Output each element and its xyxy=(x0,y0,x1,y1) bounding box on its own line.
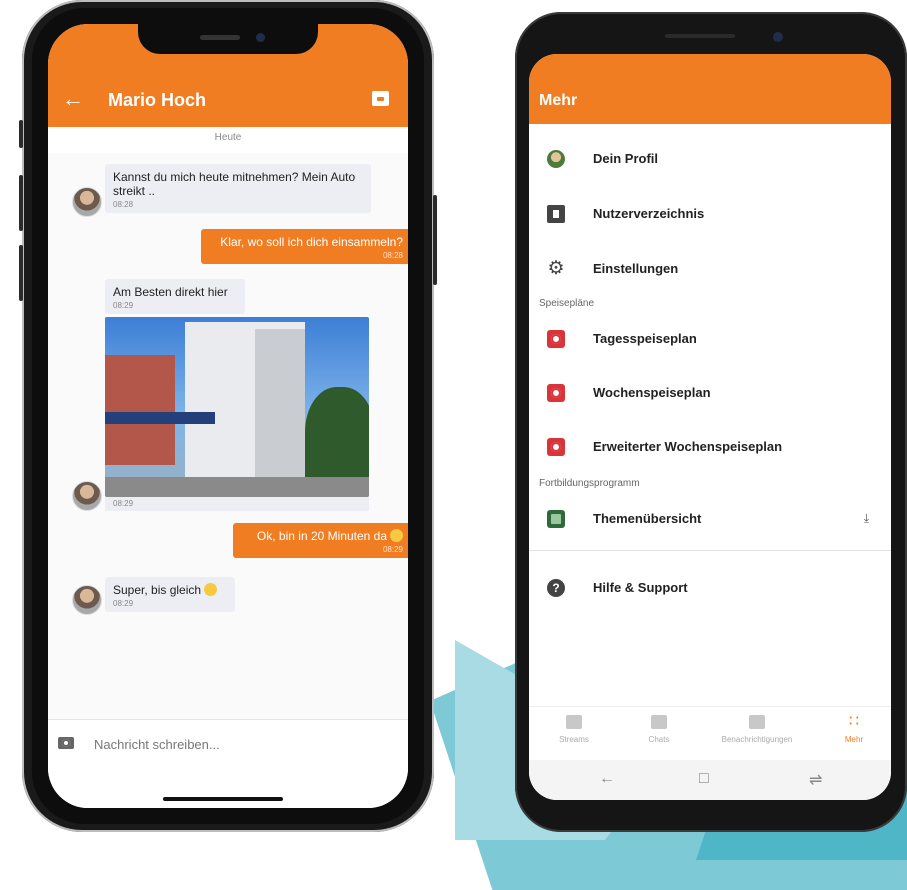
message-text: Am Besten direkt hier xyxy=(113,285,228,299)
image-message[interactable] xyxy=(105,317,369,497)
message-text: Super, bis gleich xyxy=(113,583,202,597)
message-composer xyxy=(48,719,408,808)
nav-label: Streams xyxy=(559,735,589,744)
recents-icon[interactable]: □ xyxy=(699,770,709,788)
app-bar: Mehr xyxy=(529,54,891,124)
iphone-device: ← Mario Hoch Heute Kannst du mich heute … xyxy=(19,0,437,832)
message-time: 08:29 xyxy=(105,497,369,511)
volume-down-button xyxy=(19,245,23,301)
date-separator: Heute xyxy=(48,127,408,154)
more-screen: Mehr Dein Profil Nutzerverzeichnis ⚙ Ein… xyxy=(529,54,891,800)
menu-item-label: Hilfe & Support xyxy=(593,580,688,595)
incoming-message[interactable]: Kannst du mich heute mitnehmen? Mein Aut… xyxy=(105,164,371,213)
menu-item-topic-overview[interactable]: Themenübersicht ⤓ xyxy=(529,494,891,544)
emoji-icon xyxy=(390,529,403,542)
nav-tab-chats[interactable]: Chats xyxy=(614,715,704,759)
menu-item-label: Erweiterter Wochenspeiseplan xyxy=(593,439,783,454)
nav-tab-streams[interactable]: Streams xyxy=(529,715,619,759)
nav-label: Benachrichtigungen xyxy=(721,735,793,744)
notch xyxy=(138,24,318,54)
menu-item-settings[interactable]: ⚙ Einstellungen xyxy=(529,244,891,294)
power-button xyxy=(433,195,437,285)
nav-label: Mehr xyxy=(844,735,864,744)
incoming-message[interactable]: Am Besten direkt hier 08:29 xyxy=(105,279,245,314)
archive-icon[interactable] xyxy=(372,91,389,106)
system-navigation-bar: ← □ ⇌ xyxy=(529,760,891,800)
bottom-navigation: Streams Chats Benachrichtigungen ∷ Mehr xyxy=(529,706,891,761)
overview-icon[interactable]: ⇌ xyxy=(809,770,822,790)
menu-item-weekly-meal-plan[interactable]: Wochenspeiseplan xyxy=(529,368,891,418)
menu-item-profile[interactable]: Dein Profil xyxy=(529,134,891,184)
message-time: 08:28 xyxy=(382,251,403,260)
meal-plan-icon xyxy=(547,438,565,456)
message-input[interactable] xyxy=(92,733,386,755)
gear-icon: ⚙ xyxy=(547,258,565,279)
menu-item-help[interactable]: ? Hilfe & Support xyxy=(529,563,891,613)
contact-avatar[interactable] xyxy=(72,585,102,615)
emoji-icon xyxy=(204,583,218,596)
message-text: Kannst du mich heute mitnehmen? Mein Aut… xyxy=(113,170,356,198)
menu-item-label: Nutzerverzeichnis xyxy=(593,206,705,221)
volume-up-button xyxy=(19,175,23,231)
streams-icon xyxy=(566,715,582,729)
bell-icon xyxy=(749,715,765,729)
menu-item-label: Wochenspeiseplan xyxy=(593,385,711,400)
meal-plan-icon xyxy=(547,384,565,402)
menu-item-daily-meal-plan[interactable]: Tagesspeiseplan xyxy=(529,314,891,364)
front-camera xyxy=(773,32,783,42)
photo-building xyxy=(105,355,175,465)
nav-tab-more[interactable]: ∷ Mehr xyxy=(809,713,891,759)
section-header: Fortbildungsprogramm xyxy=(539,478,640,489)
message-text: Klar, wo soll ich dich einsammeln? xyxy=(220,235,403,249)
message-time: 08:29 xyxy=(382,545,403,554)
nav-tab-notifications[interactable]: Benachrichtigungen xyxy=(712,715,802,759)
chats-icon xyxy=(651,715,667,729)
menu-item-label: Tagesspeiseplan xyxy=(593,331,697,346)
menu-item-directory[interactable]: Nutzerverzeichnis xyxy=(529,189,891,239)
menu-item-label: Einstellungen xyxy=(593,261,679,276)
back-arrow-icon[interactable]: ← xyxy=(62,88,84,110)
profile-avatar-icon xyxy=(547,150,565,168)
screen-title: Mehr xyxy=(539,92,578,109)
outgoing-message[interactable]: Klar, wo soll ich dich einsammeln? 08:28 xyxy=(201,229,408,264)
back-icon[interactable]: ← xyxy=(599,770,615,788)
camera-icon[interactable] xyxy=(58,737,74,749)
message-time: 08:29 xyxy=(113,599,134,608)
menu-item-label: Themenübersicht xyxy=(593,511,702,526)
meal-plan-icon xyxy=(547,330,565,348)
download-icon[interactable]: ⤓ xyxy=(864,511,869,526)
message-time: 08:28 xyxy=(113,200,134,209)
chat-screen: ← Mario Hoch Heute Kannst du mich heute … xyxy=(48,24,408,808)
speaker-grille xyxy=(665,34,735,38)
incoming-message[interactable]: Super, bis gleich 08:29 xyxy=(105,577,235,612)
menu-item-label: Dein Profil xyxy=(593,151,659,166)
contact-avatar[interactable] xyxy=(72,481,102,511)
mute-switch xyxy=(19,120,23,148)
directory-icon xyxy=(547,205,565,223)
divider xyxy=(529,550,891,551)
topic-overview-icon xyxy=(547,510,565,528)
photo-tree xyxy=(305,387,369,487)
android-device: Mehr Dein Profil Nutzerverzeichnis ⚙ Ein… xyxy=(515,12,907,832)
message-list[interactable]: Kannst du mich heute mitnehmen? Mein Aut… xyxy=(48,153,408,719)
contact-avatar[interactable] xyxy=(72,187,102,217)
home-indicator[interactable] xyxy=(163,797,283,801)
menu-item-extended-meal-plan[interactable]: Erweiterter Wochenspeiseplan xyxy=(529,422,891,472)
nav-label: Chats xyxy=(648,735,670,744)
grid-icon: ∷ xyxy=(848,713,860,730)
outgoing-message[interactable]: Ok, bin in 20 Minuten da 08:29 xyxy=(233,523,408,558)
chat-contact-name: Mario Hoch xyxy=(108,90,207,110)
help-icon: ? xyxy=(547,579,565,597)
message-text: Ok, bin in 20 Minuten da xyxy=(256,529,387,543)
section-header: Speisepläne xyxy=(539,298,595,309)
message-time: 08:29 xyxy=(113,301,134,310)
